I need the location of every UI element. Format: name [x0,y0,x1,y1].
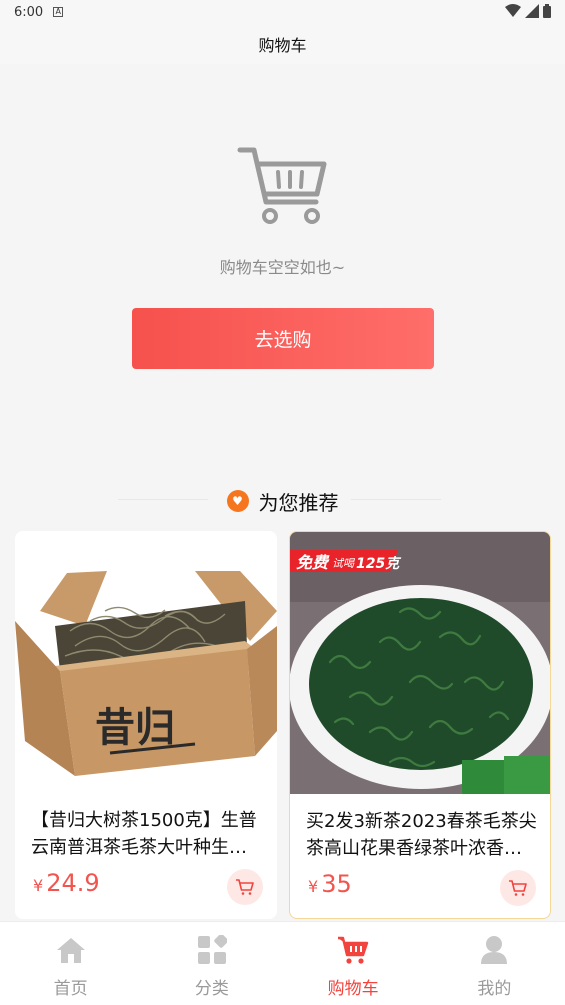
recommend-title: 为您推荐 [258,490,339,515]
divider-right [351,499,441,500]
recommend-header: ♥ 为您推荐 [0,484,565,518]
promo-quantity-text: 125克 [356,555,402,572]
status-indicators [505,4,551,18]
status-time: 6:00 [14,4,44,20]
product-image: 免费 试喝 125克 [290,532,550,794]
price-value: 35 [321,870,352,898]
promo-sub-text: 试喝 [332,557,356,570]
status-bar: 6:00 A [0,0,565,24]
currency-symbol: ¥ [33,876,44,895]
cart-icon [236,879,254,895]
home-icon [55,934,87,966]
notification-icon: A [53,7,64,17]
tab-label: 我的 [477,979,512,999]
empty-cart-section: 购物车空空如也~ 去选购 [0,64,565,484]
add-to-cart-button[interactable] [500,870,536,906]
product-price: ¥ 35 [308,870,352,898]
nav-bar: 购物车 [0,24,565,64]
tab-label: 首页 [53,979,88,999]
add-to-cart-button[interactable] [227,869,263,905]
wifi-icon [505,4,521,17]
product-price: ¥ 24.9 [33,869,100,897]
price-value: 24.9 [46,869,100,897]
tab-category[interactable]: 分类 [141,922,282,1005]
battery-icon [543,4,551,18]
go-shopping-button[interactable]: 去选购 [132,308,434,369]
tab-cart[interactable]: 购物车 [283,922,424,1005]
product-image-label: 昔归 [95,705,175,751]
divider-left [118,499,208,500]
promo-main-text: 免费 [296,553,330,572]
category-icon [196,934,228,966]
tab-label: 购物车 [327,979,379,999]
tab-home[interactable]: 首页 [0,922,141,1005]
cart-icon [509,880,527,896]
heart-icon: ♥ [226,490,249,512]
product-title: 买2发3新茶2023春茶毛茶尖茶高山花果香绿茶叶浓香… [306,811,537,859]
tab-label: 分类 [194,979,229,999]
bottom-tab-bar: 首页 分类 购物车 我的 [0,921,565,1005]
currency-symbol: ¥ [308,877,319,896]
product-image: 昔归 [15,531,277,793]
empty-cart-icon [237,147,327,224]
empty-cart-message: 购物车空空如也~ [219,258,346,277]
tab-profile[interactable]: 我的 [424,922,565,1005]
cart-icon [337,934,369,966]
product-title: 【昔归大树茶1500克】生普云南普洱茶毛茶大叶种生… [31,810,257,858]
product-card[interactable]: 昔归 【昔归大树茶1500克】生普云南普洱茶毛茶大叶种生… ¥ 24.9 [15,531,277,919]
page-title: 购物车 [258,36,307,55]
product-card[interactable]: 免费 试喝 125克 买2发3新茶2023春茶毛茶尖茶高山花果香绿茶叶浓香… ¥… [289,531,551,919]
signal-icon [525,4,539,18]
user-icon [478,934,510,966]
